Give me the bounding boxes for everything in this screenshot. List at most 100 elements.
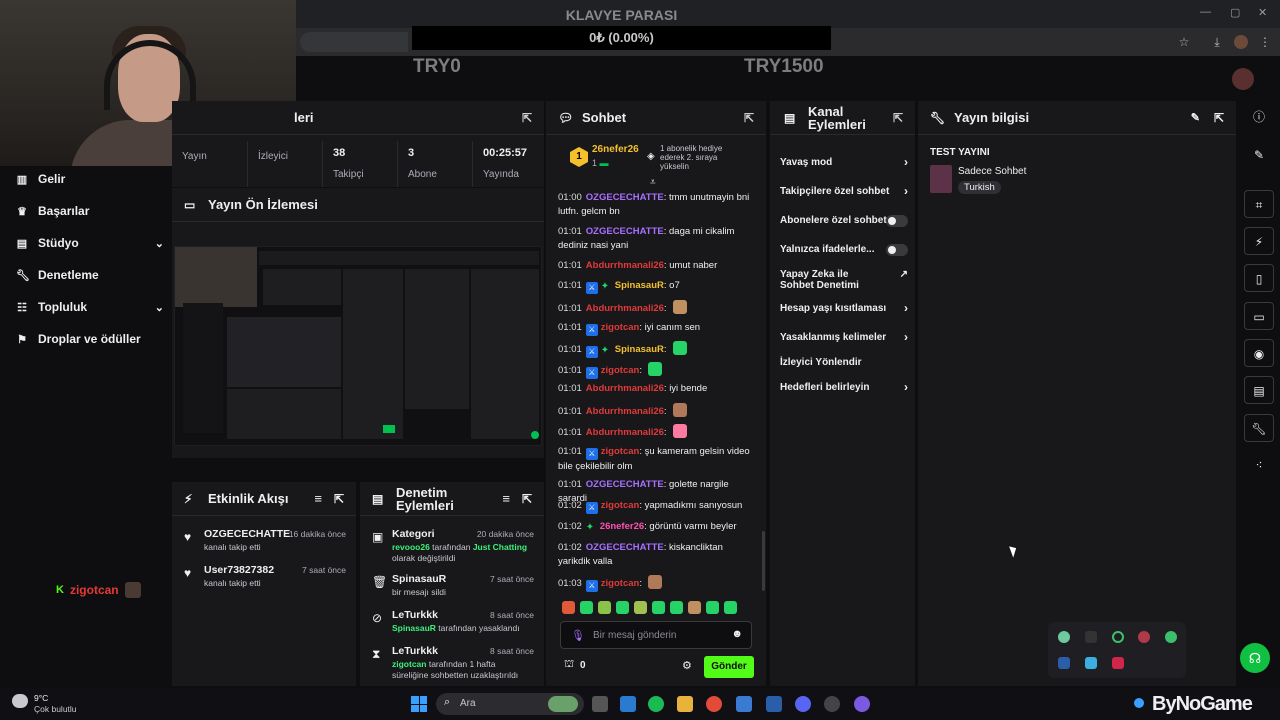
spotify-icon[interactable] xyxy=(648,696,664,712)
emote-icon[interactable] xyxy=(580,601,593,614)
chat-username[interactable]: OZGECECHATTE xyxy=(586,192,664,203)
points-icon[interactable]: ⛫ xyxy=(564,658,574,672)
popout-icon[interactable]: ⇱ xyxy=(744,111,754,125)
tray-app-icon[interactable] xyxy=(1085,657,1097,669)
channel-action-item[interactable]: İzleyici Yönlendir xyxy=(780,357,908,368)
document-icon[interactable]: ▯ xyxy=(1244,264,1274,292)
emote-icon[interactable] xyxy=(706,601,719,614)
emote-icon[interactable] xyxy=(688,601,701,614)
nav-denetleme[interactable]: 🔧︎ Denetleme xyxy=(16,268,164,282)
tray-app-icon[interactable] xyxy=(1112,657,1124,669)
nav-basarilar[interactable]: ♛ Başarılar xyxy=(16,204,164,218)
pin-icon[interactable]: ⩡ xyxy=(650,177,656,188)
address-field[interactable] xyxy=(300,32,408,52)
edit-pencil-icon[interactable]: ✎ xyxy=(1191,111,1200,124)
channel-action-item[interactable]: Yasaklanmış kelimeler › xyxy=(780,331,908,343)
broadcast-icon[interactable]: ◉ xyxy=(1244,339,1274,367)
emote-icon[interactable] xyxy=(670,601,683,614)
tray-app-icon[interactable] xyxy=(1112,631,1124,643)
obs-icon[interactable] xyxy=(824,696,840,712)
chat-username[interactable]: SpinasauR xyxy=(615,344,664,355)
emote-icon[interactable] xyxy=(616,601,629,614)
frame-icon[interactable]: ⌗ xyxy=(1244,190,1274,218)
channel-action-item[interactable]: Yapay Zeka ile Sohbet Denetimi ↗ xyxy=(780,269,908,291)
nav-gelir[interactable]: ▥ Gelir xyxy=(16,172,164,186)
steam-icon[interactable] xyxy=(1058,657,1070,669)
layout-icon[interactable]: ▤ xyxy=(1244,376,1274,404)
pen-icon[interactable]: ✎ xyxy=(1244,141,1274,169)
channel-action-item[interactable]: Abonelere özel sohbet xyxy=(780,215,908,227)
channel-action-item[interactable]: Hedefleri belirleyin › xyxy=(780,381,908,393)
channel-action-item[interactable]: Takipçilere özel sohbet › xyxy=(780,185,908,197)
chat-username[interactable]: OZGECECHATTE xyxy=(586,226,664,237)
star-icon[interactable]: ☆ xyxy=(1177,35,1191,49)
lightning-icon[interactable]: ⚡︎ xyxy=(1244,227,1274,255)
chat-username[interactable]: zigotcan xyxy=(601,322,640,333)
emoji-icon[interactable]: ☻ xyxy=(731,628,743,640)
tray-app-icon[interactable] xyxy=(1085,631,1097,643)
file-explorer-icon[interactable] xyxy=(677,696,693,712)
maximize-icon[interactable]: ▢ xyxy=(1230,6,1240,19)
popout-icon[interactable]: ⇱ xyxy=(334,492,344,506)
channel-action-item[interactable]: Yavaş mod › xyxy=(780,156,908,168)
weather-icon[interactable] xyxy=(12,694,28,708)
chrome-icon[interactable] xyxy=(706,696,722,712)
download-icon[interactable]: ⤓ xyxy=(1210,35,1224,49)
info-icon[interactable]: ⓘ xyxy=(1244,103,1274,131)
network-icon[interactable] xyxy=(1134,698,1144,708)
send-button[interactable]: Gönder xyxy=(704,656,754,678)
chat-icon[interactable]: ▭ xyxy=(1244,302,1274,330)
chat-username[interactable]: Abdurrhmanali26 xyxy=(586,383,664,394)
close-icon[interactable]: ✕ xyxy=(1258,6,1267,19)
stream-preview-image[interactable] xyxy=(174,246,542,446)
profile-avatar[interactable] xyxy=(1234,35,1248,49)
chat-username[interactable]: OZGECECHATTE xyxy=(586,479,664,490)
chat-username[interactable]: zigotcan xyxy=(601,446,640,457)
toggle-switch[interactable] xyxy=(886,244,908,256)
toggle-switch[interactable] xyxy=(886,215,908,227)
chat-input[interactable]: 🎙︎ Bir mesaj gönderin ☻ xyxy=(560,621,752,649)
user-avatar[interactable] xyxy=(1232,68,1254,90)
chat-username[interactable]: SpinasauR xyxy=(615,280,664,291)
emote-icon[interactable] xyxy=(562,601,575,614)
steam-icon[interactable] xyxy=(766,696,782,712)
tray-app-icon[interactable] xyxy=(1058,631,1070,643)
app-icon[interactable] xyxy=(854,696,870,712)
tray-app-icon[interactable] xyxy=(1165,631,1177,643)
mail-icon[interactable] xyxy=(736,696,752,712)
chat-username[interactable]: Abdurrhmanali26 xyxy=(586,303,664,314)
emote-icon[interactable] xyxy=(598,601,611,614)
popout-icon[interactable]: ⇱ xyxy=(893,111,903,125)
chat-username[interactable]: zigotcan xyxy=(601,578,640,589)
wrench-icon[interactable]: 🔧︎ xyxy=(1244,414,1274,442)
channel-action-item[interactable]: Hesap yaşı kısıtlaması › xyxy=(780,302,908,314)
nav-topluluk[interactable]: ☷ Topluluk ⌄ xyxy=(16,300,164,314)
filter-icon[interactable]: ≡ xyxy=(502,491,510,506)
tray-app-icon[interactable] xyxy=(1138,631,1150,643)
minimize-icon[interactable]: — xyxy=(1200,6,1211,18)
mic-icon[interactable]: 🎙︎ xyxy=(571,629,585,642)
emote-icon[interactable] xyxy=(652,601,665,614)
channel-action-item[interactable]: Yalnızca ifadelerle... xyxy=(780,244,908,256)
chat-username[interactable]: Abdurrhmanali26 xyxy=(586,260,664,271)
chat-username[interactable]: zigotcan xyxy=(601,365,640,376)
filter-icon[interactable]: ≡ xyxy=(314,491,322,506)
nav-droplar[interactable]: ⚑ Droplar ve ödüller xyxy=(16,332,164,346)
taskbar-search[interactable]: ⌕ Ara xyxy=(436,693,584,715)
chat-username[interactable]: zigotcan xyxy=(601,500,640,511)
popout-icon[interactable]: ⇱ xyxy=(522,492,532,506)
menu-icon[interactable]: ⋮ xyxy=(1258,35,1272,49)
more-icon[interactable]: ⁖ xyxy=(1244,451,1274,479)
emote-icon[interactable] xyxy=(724,601,737,614)
task-view-icon[interactable] xyxy=(592,696,608,712)
support-headset-icon[interactable]: ☊ xyxy=(1240,643,1270,673)
discord-icon[interactable] xyxy=(795,696,811,712)
emote-icon[interactable] xyxy=(634,601,647,614)
chat-username[interactable]: OZGECECHATTE xyxy=(586,542,664,553)
windows-start-icon[interactable] xyxy=(411,696,427,712)
nav-studyo[interactable]: ▤ Stüdyo ⌄ xyxy=(16,236,164,250)
chat-username[interactable]: Abdurrhmanali26 xyxy=(586,406,664,417)
settings-gear-icon[interactable]: ⚙ xyxy=(682,659,692,672)
popout-icon[interactable]: ⇱ xyxy=(1214,111,1224,125)
chat-username[interactable]: 26nefer26 xyxy=(600,521,644,532)
